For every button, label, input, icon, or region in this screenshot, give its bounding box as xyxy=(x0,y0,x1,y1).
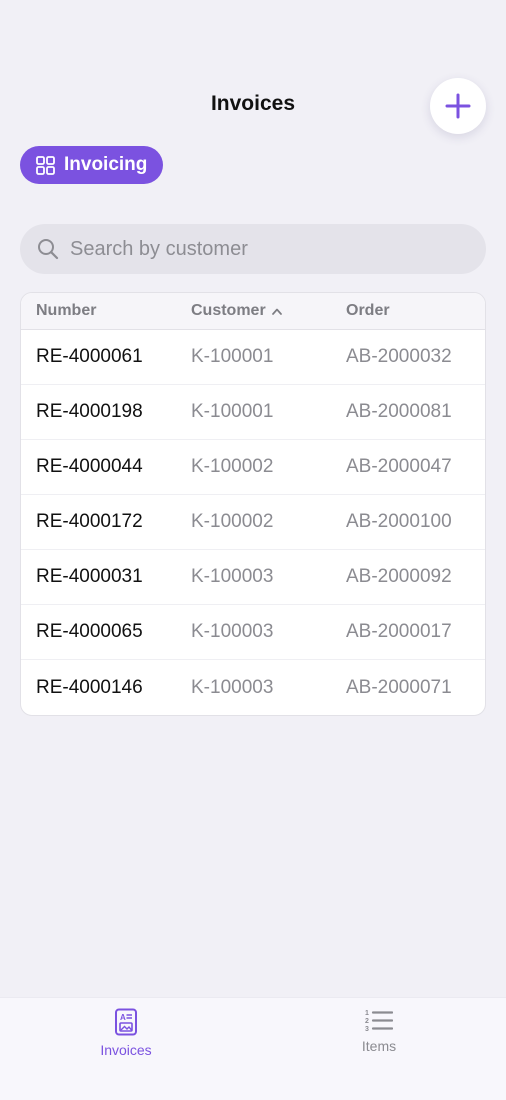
table-row[interactable]: RE-4000061 K-100001 AB-2000032 xyxy=(21,330,485,385)
table-row[interactable]: RE-4000198 K-100001 AB-2000081 xyxy=(21,385,485,440)
table-row[interactable]: RE-4000146 K-100003 AB-2000071 xyxy=(21,660,485,715)
customer-id: K-100002 xyxy=(191,511,274,532)
order-id: AB-2000032 xyxy=(346,346,452,367)
column-header-number[interactable]: Number xyxy=(36,302,96,320)
invoice-number: RE-4000061 xyxy=(36,346,143,367)
order-id: AB-2000081 xyxy=(346,401,452,422)
order-id: AB-2000047 xyxy=(346,456,452,477)
plus-icon xyxy=(445,93,471,119)
svg-text:2: 2 xyxy=(365,1018,369,1025)
column-header-customer-label: Customer xyxy=(191,302,266,319)
svg-text:A: A xyxy=(120,1013,126,1022)
table-header: Number Customer Order xyxy=(21,293,485,330)
tab-bar: A Invoices 1 2 3 Items xyxy=(0,997,506,1100)
invoicing-filter-chip[interactable]: Invoicing xyxy=(20,146,164,184)
invoice-number: RE-4000031 xyxy=(36,566,143,587)
search-input[interactable] xyxy=(70,237,450,261)
invoices-table: Number Customer Order RE-4000061 K-10000… xyxy=(20,292,486,716)
add-invoice-button[interactable] xyxy=(430,78,486,134)
order-id: AB-2000071 xyxy=(346,676,452,698)
invoice-number: RE-4000065 xyxy=(36,621,143,642)
customer-id: K-100003 xyxy=(191,676,274,698)
customer-id: K-100003 xyxy=(191,566,274,587)
svg-text:3: 3 xyxy=(365,1026,369,1032)
customer-id: K-100003 xyxy=(191,621,274,642)
tab-invoices[interactable]: A Invoices xyxy=(46,1008,206,1058)
invoice-number: RE-4000172 xyxy=(36,511,143,532)
invoice-document-icon: A xyxy=(115,1008,137,1036)
order-id: AB-2000092 xyxy=(346,566,452,587)
tab-items-label: Items xyxy=(361,1038,397,1054)
table-row[interactable]: RE-4000031 K-100003 AB-2000092 xyxy=(21,550,485,605)
sort-ascending-icon xyxy=(271,308,282,315)
order-id: AB-2000017 xyxy=(346,621,452,642)
grid-icon xyxy=(36,155,55,175)
order-id: AB-2000100 xyxy=(346,511,452,532)
invoice-number: RE-4000044 xyxy=(36,456,143,477)
tab-invoices-label: Invoices xyxy=(100,1042,152,1058)
column-header-customer[interactable]: Customer xyxy=(191,302,282,320)
search-bar[interactable] xyxy=(20,224,486,274)
table-row[interactable]: RE-4000172 K-100002 AB-2000100 xyxy=(21,495,485,550)
column-header-order[interactable]: Order xyxy=(346,302,390,320)
search-icon xyxy=(38,239,59,260)
table-row[interactable]: RE-4000065 K-100003 AB-2000017 xyxy=(21,605,485,660)
invoice-number: RE-4000198 xyxy=(36,401,143,422)
svg-text:1: 1 xyxy=(365,1010,369,1017)
customer-id: K-100001 xyxy=(191,401,274,422)
customer-id: K-100002 xyxy=(191,456,274,477)
chip-label: Invoicing xyxy=(64,154,148,175)
customer-id: K-100001 xyxy=(191,346,274,367)
invoices-screen: Invoices Invoicing Number Customer xyxy=(0,0,506,1100)
numbered-list-icon: 1 2 3 xyxy=(365,1010,393,1032)
invoice-number: RE-4000146 xyxy=(36,676,143,698)
tab-items[interactable]: 1 2 3 Items xyxy=(299,1008,459,1054)
table-row[interactable]: RE-4000044 K-100002 AB-2000047 xyxy=(21,440,485,495)
